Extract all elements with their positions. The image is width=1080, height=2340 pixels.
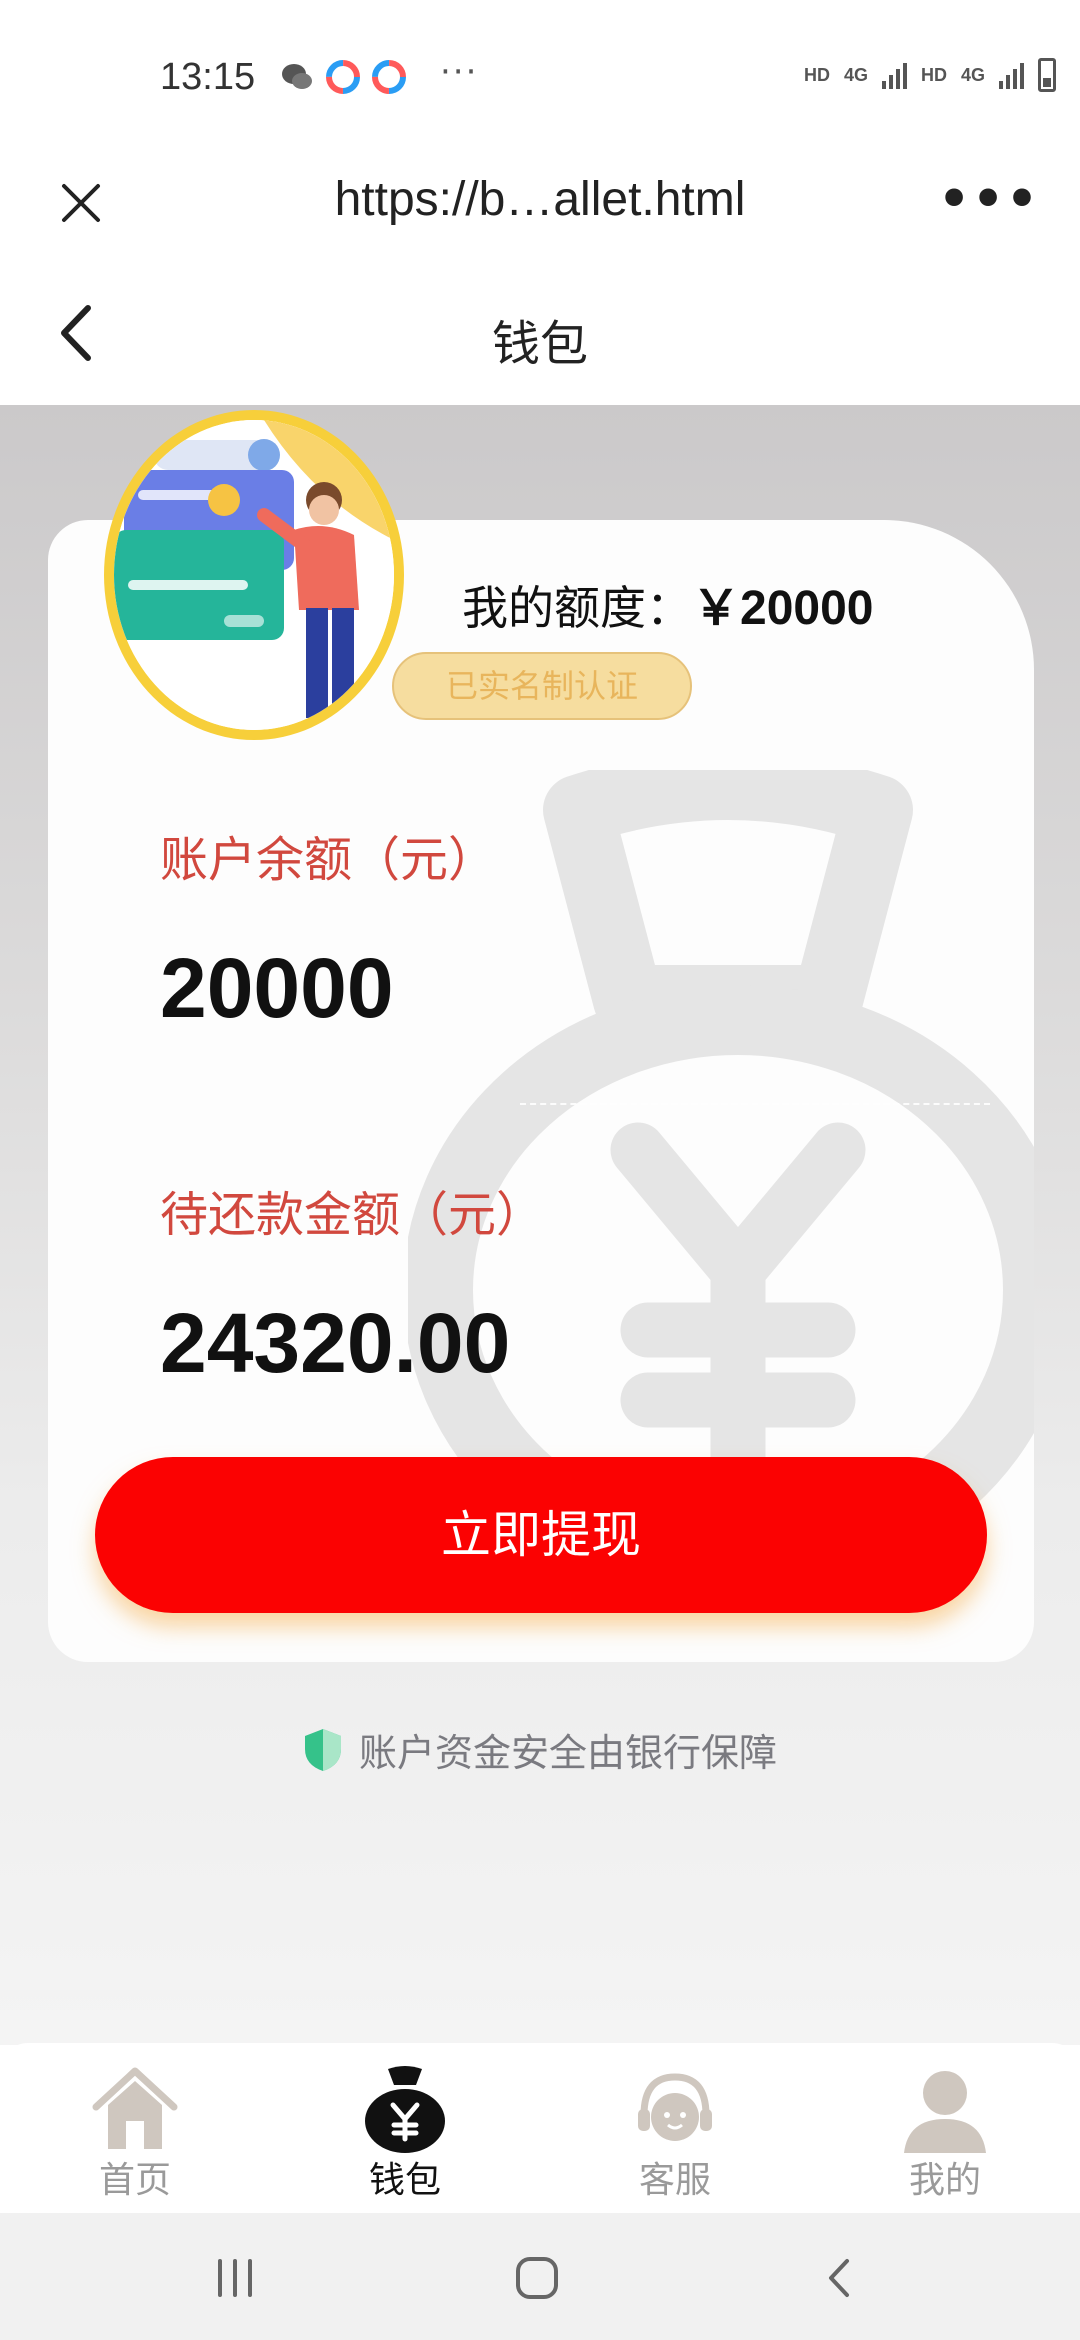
status-bar: 13:15 ··· HD 4G HD 4G — [0, 0, 1080, 150]
home-button-icon[interactable] — [512, 2253, 562, 2303]
customer-service-icon — [638, 2073, 712, 2141]
tab-label: 钱包 — [368, 2160, 441, 2201]
withdraw-button[interactable]: 立即提现 — [95, 1457, 987, 1613]
balance-label: 账户余额（元） — [160, 832, 497, 888]
wechat-icon — [282, 64, 312, 89]
credit-limit: 我的额度：￥20000 — [462, 568, 873, 638]
back-button-icon[interactable] — [815, 2253, 865, 2303]
tab-label: 首页 — [98, 2160, 171, 2201]
more-notifications-icon: ··· — [440, 52, 479, 92]
url-text[interactable]: https://b…allet.html — [0, 172, 1080, 227]
home-icon — [92, 2067, 178, 2149]
signal-icon — [999, 61, 1024, 89]
tab-label: 我的 — [908, 2160, 981, 2201]
network-label: 4G — [960, 64, 985, 85]
credit-limit-amount: ￥20000 — [692, 582, 874, 635]
battery-icon — [1038, 58, 1056, 92]
card-illustration-icon — [114, 420, 394, 730]
tab-wallet[interactable]: 钱包 — [270, 2043, 540, 2213]
more-menu-icon[interactable]: ••• — [938, 170, 1040, 228]
tab-home[interactable]: 首页 — [0, 2043, 270, 2213]
credit-limit-label: 我的额度： — [462, 581, 692, 635]
system-indicators: HD 4G HD 4G — [804, 58, 1056, 92]
notification-icons — [280, 60, 406, 94]
bottom-tab-bar: 首页 钱包 客服 我的 — [0, 2043, 1080, 2213]
hd-label: HD — [803, 64, 830, 85]
browser-toolbar: https://b…allet.html ••• — [0, 150, 1080, 270]
tab-label: 客服 — [638, 2160, 711, 2201]
page-header: 钱包 — [0, 270, 1080, 405]
divider — [520, 1103, 990, 1105]
repayment-value: 24320.00 — [160, 1296, 511, 1390]
recent-apps-icon[interactable] — [210, 2253, 260, 2303]
hd-label: HD — [920, 64, 947, 85]
tab-customer-service[interactable]: 客服 — [540, 2043, 810, 2213]
verified-badge: 已实名制认证 — [392, 652, 692, 720]
system-navigation-bar — [0, 2213, 1080, 2340]
shield-icon — [304, 1728, 341, 1771]
tab-profile[interactable]: 我的 — [810, 2043, 1080, 2213]
security-text: 账户资金安全由银行保障 — [358, 1731, 777, 1775]
signal-icon — [881, 61, 907, 89]
status-time: 13:15 — [160, 56, 256, 98]
page-title: 钱包 — [491, 316, 588, 372]
balance-value: 20000 — [160, 941, 394, 1035]
profile-icon — [904, 2071, 986, 2153]
app-notification-icon — [326, 60, 360, 94]
user-avatar-illustration — [104, 410, 404, 740]
wallet-bag-icon — [365, 2066, 445, 2153]
app-notification-icon — [372, 60, 406, 94]
repayment-label: 待还款金额（元） — [160, 1187, 545, 1243]
security-note: 账户资金安全由银行保障 — [0, 1722, 1080, 1777]
network-label: 4G — [843, 64, 868, 85]
